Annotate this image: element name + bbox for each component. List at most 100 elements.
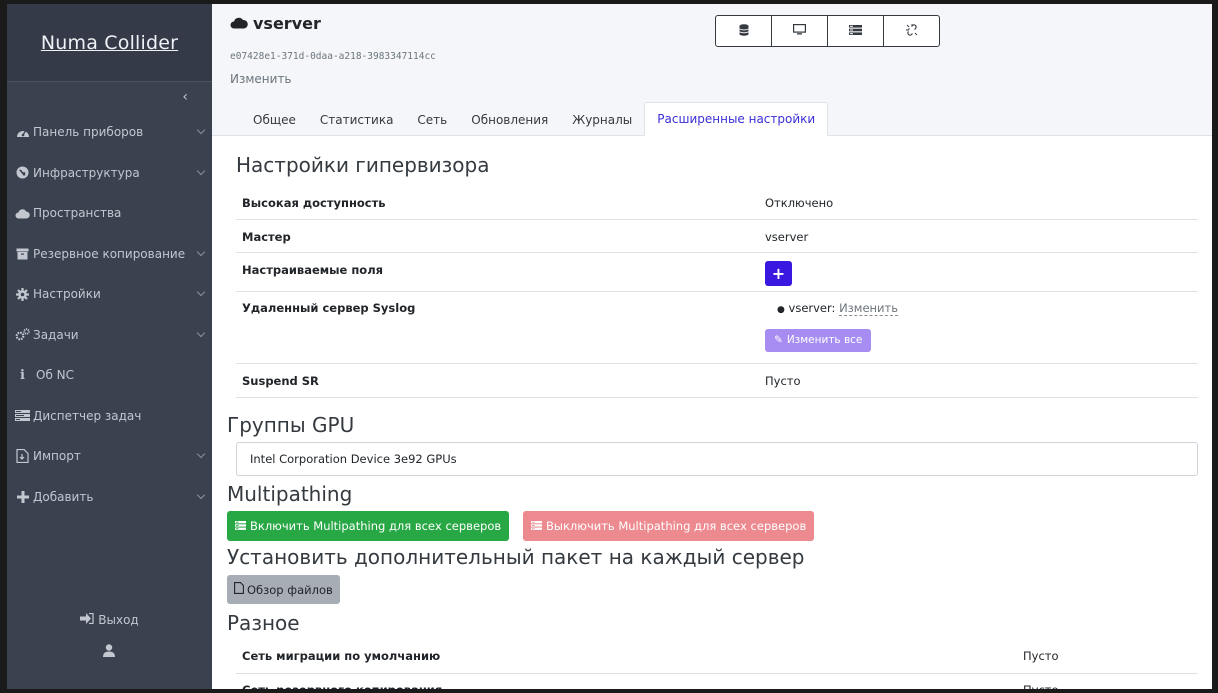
unlink-icon	[905, 23, 918, 39]
sidebar-item-backup[interactable]: Резервное копирование	[7, 234, 212, 275]
server-icon	[849, 24, 862, 38]
sidebar-item-label: Пространства	[33, 206, 122, 221]
table-row: Сеть миграции по умолчанию Пусто	[236, 640, 1198, 674]
sign-out-icon	[80, 612, 94, 627]
sidebar-item-settings[interactable]: Настройки	[7, 274, 212, 315]
edit-all-button[interactable]: ✎ Изменить все	[765, 328, 872, 352]
add-custom-field-button[interactable]: +	[765, 260, 792, 286]
tab-bar: Общее Статистика Сеть Обновления Журналы…	[212, 102, 829, 136]
sidebar-item-add[interactable]: Добавить	[7, 477, 212, 518]
syslog-host: vserver	[788, 300, 832, 315]
disable-multipathing-label: Выключить Multipathing для всех серверов	[546, 519, 807, 533]
browse-files-button[interactable]: Обзор файлов	[227, 575, 340, 604]
backup-network-value[interactable]: Пусто	[1017, 673, 1198, 689]
suspend-label: Suspend SR	[236, 363, 759, 398]
storage-button[interactable]	[715, 15, 772, 47]
suspend-value[interactable]: Пусто	[759, 363, 1198, 398]
tab-advanced[interactable]: Расширенные настройки	[644, 102, 829, 136]
tab-updates[interactable]: Обновления	[459, 103, 560, 136]
object-uuid: e07428e1-371d-0daa-a218-3983347114cc	[230, 51, 436, 62]
globe-icon	[14, 166, 31, 179]
sidebar-item-dashboard[interactable]: Панель приборов	[7, 112, 212, 153]
main-content: Настройки гипервизора Высокая доступност…	[212, 136, 1212, 689]
chevron-down-icon	[196, 247, 206, 256]
chevron-down-icon	[196, 449, 206, 459]
sidebar-item-label: Об NC	[36, 368, 75, 383]
sidebar-item-infrastructure[interactable]: Инфраструктура	[7, 153, 212, 194]
cogs-icon	[14, 328, 31, 341]
sidebar-item-spaces[interactable]: Пространства	[7, 193, 212, 234]
section-heading-hypervisor: Настройки гипервизора	[236, 153, 490, 177]
edit-all-label: Изменить все	[786, 334, 863, 346]
migration-network-value[interactable]: Пусто	[1017, 640, 1198, 674]
sidebar-item-label: Настройки	[33, 287, 101, 302]
sidebar-item-label: Добавить	[33, 489, 94, 504]
sidebar: Numa Collider ‹ Панель приборов Инфрастр…	[7, 4, 212, 689]
tab-general[interactable]: Общее	[230, 103, 308, 136]
tab-statistics[interactable]: Статистика	[308, 103, 406, 136]
gpu-group-list: Intel Corporation Device 3e92 GPUs	[236, 442, 1198, 476]
sidebar-item-label: Инфраструктура	[33, 165, 140, 180]
gpu-group-item[interactable]: Intel Corporation Device 3e92 GPUs	[250, 452, 457, 466]
chevron-left-icon: ‹	[182, 89, 188, 105]
syslog-edit-link[interactable]: Изменить	[839, 300, 898, 316]
section-heading-multipathing: Multipathing	[227, 482, 353, 506]
info-icon: i	[20, 367, 25, 383]
sidebar-item-tasks[interactable]: Задачи	[7, 315, 212, 356]
logout-button[interactable]: Выход	[7, 612, 212, 627]
file-import-icon	[14, 449, 31, 464]
misc-settings-table: Сеть миграции по умолчанию Пусто Сеть ре…	[236, 640, 1198, 689]
syslog-label: Удаленный сервер Syslog	[236, 291, 759, 364]
chevron-down-icon	[196, 287, 206, 297]
table-row: Удаленный сервер Syslog ● vserver: Измен…	[236, 291, 1198, 364]
table-row: Настраиваемые поля +	[236, 252, 1198, 292]
user-icon[interactable]	[103, 644, 115, 660]
archive-icon	[14, 248, 31, 260]
custom-fields-label: Настраиваемые поля	[236, 252, 759, 292]
hypervisor-settings-table: Высокая доступность Отключено Мастер vse…	[236, 186, 1198, 398]
action-button-group	[715, 15, 940, 47]
cloud-icon	[230, 14, 248, 33]
pencil-icon: ✎	[774, 334, 783, 346]
title-text: vserver	[253, 14, 321, 33]
cloud-icon	[14, 208, 31, 219]
disconnect-button[interactable]	[883, 15, 940, 47]
brand-link[interactable]: Numa Collider	[41, 32, 178, 54]
servers-button[interactable]	[827, 15, 884, 47]
sidebar-item-label: Задачи	[33, 327, 79, 342]
sidebar-collapse-button[interactable]: ‹	[7, 82, 212, 112]
ha-label: Высокая доступность	[236, 186, 759, 220]
gear-icon	[14, 287, 31, 301]
chevron-down-icon	[196, 125, 206, 135]
console-button[interactable]	[771, 15, 828, 47]
ha-value[interactable]: Отключено	[759, 186, 1198, 220]
enable-multipathing-button[interactable]: Включить Multipathing для всех серверов	[227, 511, 510, 541]
sidebar-item-task-manager[interactable]: Диспетчер задач	[7, 396, 212, 437]
tab-network[interactable]: Сеть	[405, 103, 459, 136]
table-row: Высокая доступность Отключено	[236, 186, 1198, 220]
enable-multipathing-label: Включить Multipathing для всех серверов	[250, 519, 502, 533]
dashboard-icon	[14, 126, 31, 138]
chevron-down-icon	[196, 490, 206, 499]
plus-icon	[14, 490, 31, 503]
master-value[interactable]: vserver	[759, 219, 1198, 253]
disable-multipathing-button[interactable]: Выключить Multipathing для всех серверов	[523, 511, 815, 541]
database-icon	[738, 23, 749, 39]
brand: Numa Collider	[7, 4, 212, 82]
file-icon	[234, 582, 244, 597]
table-row: Сеть резервного копирования Пусто	[236, 673, 1198, 689]
edit-link[interactable]: Изменить	[230, 72, 292, 86]
backup-network-label: Сеть резервного копирования	[236, 673, 1017, 689]
sidebar-item-import[interactable]: Импорт	[7, 436, 212, 477]
sidebar-item-about[interactable]: i Об NC	[7, 355, 212, 396]
syslog-host-item: ● vserver: Изменить	[777, 300, 898, 316]
object-header: vserver e07428e1-371d-0daa-a218-39833471…	[212, 4, 1212, 136]
app-frame: Numa Collider ‹ Панель приборов Инфрастр…	[7, 4, 1212, 689]
monitor-icon	[793, 24, 807, 38]
sidebar-item-label: Резервное копирование	[33, 246, 186, 261]
chevron-down-icon	[196, 328, 206, 337]
tab-logs[interactable]: Журналы	[560, 103, 644, 136]
table-row: Мастер vserver	[236, 219, 1198, 253]
sidebar-item-label: Диспетчер задач	[33, 408, 142, 423]
sidebar-item-label: Импорт	[33, 449, 81, 464]
